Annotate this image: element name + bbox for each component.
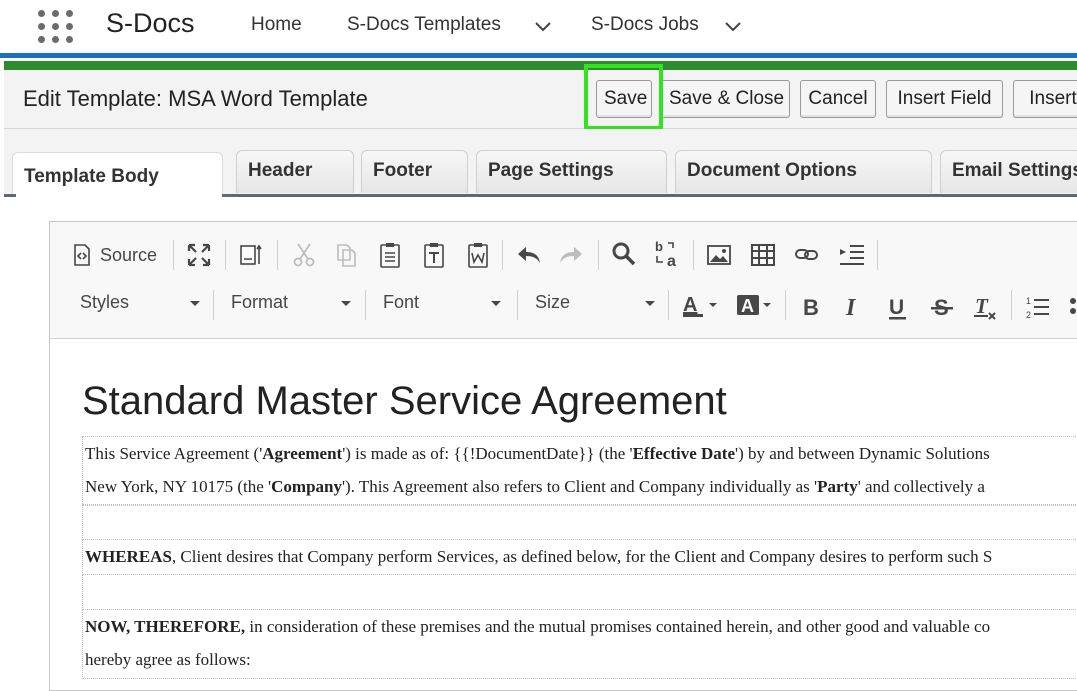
empty-paragraph[interactable]	[82, 504, 1077, 540]
chevron-down-icon	[190, 301, 200, 306]
paragraph-line: NOW, THEREFORE, in consideration of thes…	[85, 617, 991, 636]
font-label: Font	[383, 292, 420, 312]
now-therefore-paragraph[interactable]: NOW, THEREFORE, in consideration of thes…	[82, 609, 1077, 679]
nav-sdocs-jobs[interactable]: S-Docs Jobs	[591, 14, 699, 36]
editor-toolbar: Source b a Styles Format Font Size A A B…	[50, 222, 1077, 339]
chevron-down-icon[interactable]	[532, 16, 554, 38]
cancel-button[interactable]: Cancel	[800, 80, 876, 118]
agreement-paragraph[interactable]: This Service Agreement ('Agreement') is …	[82, 436, 1077, 506]
source-label: Source	[100, 244, 158, 265]
redo-icon[interactable]	[558, 244, 584, 266]
chevron-down-icon	[341, 301, 351, 306]
image-icon[interactable]	[706, 243, 732, 267]
paste-text-icon[interactable]	[422, 241, 446, 269]
tab-page-settings[interactable]: Page Settings	[476, 150, 667, 193]
svg-text:1: 1	[1026, 296, 1031, 306]
show-blocks-icon[interactable]	[238, 242, 264, 268]
empty-paragraph[interactable]	[82, 574, 1077, 610]
bold-icon[interactable]: B	[800, 294, 824, 320]
paste-word-icon[interactable]	[466, 241, 490, 269]
format-label: Format	[231, 292, 289, 312]
paragraph-line: WHEREAS, Client desires that Company per…	[85, 547, 993, 566]
cut-icon[interactable]	[292, 242, 316, 268]
chevron-down-icon[interactable]	[722, 16, 744, 38]
paste-icon[interactable]	[378, 241, 402, 269]
insert-button[interactable]: Insert	[1013, 80, 1077, 118]
edit-template-header: Edit Template: MSA Word Template Save Sa…	[4, 70, 1077, 129]
tab-bar: Template Body Header Footer Page Setting…	[4, 129, 1077, 198]
italic-icon[interactable]: I	[842, 294, 866, 320]
rich-text-editor: Source b a Styles Format Font Size A A B…	[49, 221, 1077, 691]
tab-template-body[interactable]: Template Body	[12, 152, 223, 198]
save-close-button[interactable]: Save & Close	[661, 80, 790, 118]
underline-icon[interactable]: U	[886, 294, 910, 322]
page-title: Edit Template: MSA Word Template	[23, 86, 368, 111]
styles-dropdown[interactable]: Styles	[80, 292, 200, 313]
document-heading: Standard Master Service Agreement	[82, 379, 727, 423]
svg-text:b: b	[655, 239, 663, 254]
paragraph-line: This Service Agreement ('Agreement') is …	[85, 444, 990, 463]
size-label: Size	[535, 292, 571, 312]
app-name: S-Docs	[106, 8, 195, 38]
find-icon[interactable]	[611, 241, 637, 267]
svg-text:a: a	[667, 253, 676, 269]
svg-text:A: A	[741, 296, 754, 316]
chevron-down-icon	[491, 301, 501, 306]
tab-header[interactable]: Header	[236, 150, 354, 193]
svg-text:T: T	[975, 294, 989, 318]
copy-icon[interactable]	[334, 242, 358, 268]
save-button[interactable]: Save	[596, 80, 652, 118]
paragraph-line: New York, NY 10175 (the 'Company'). This…	[85, 477, 985, 496]
source-icon	[74, 244, 90, 266]
indent-list-icon[interactable]	[838, 243, 866, 267]
page-accent-bar	[4, 61, 1077, 70]
tab-footer[interactable]: Footer	[361, 150, 468, 193]
format-dropdown[interactable]: Format	[231, 292, 351, 313]
tab-email-settings[interactable]: Email Settings	[940, 150, 1077, 193]
undo-icon[interactable]	[516, 244, 542, 266]
link-icon[interactable]	[794, 246, 820, 264]
app-launcher-icon[interactable]	[38, 10, 74, 44]
background-color-icon[interactable]: A	[736, 293, 776, 321]
chevron-down-icon	[645, 301, 655, 306]
insert-field-button[interactable]: Insert Field	[886, 80, 1003, 118]
text-color-icon[interactable]: A	[682, 293, 722, 321]
svg-text:B: B	[803, 295, 819, 320]
numbered-list-icon[interactable]: 1 2	[1025, 294, 1051, 320]
remove-format-icon[interactable]: T	[972, 294, 1000, 322]
nav-home[interactable]: Home	[251, 14, 302, 36]
nav-sdocs-templates[interactable]: S-Docs Templates	[347, 14, 501, 36]
tab-document-options[interactable]: Document Options	[675, 150, 932, 193]
strikethrough-icon[interactable]: S	[930, 294, 954, 322]
font-dropdown[interactable]: Font	[383, 292, 501, 313]
top-nav: S-Docs Home S-Docs Templates S-Docs Jobs	[0, 0, 1077, 53]
size-dropdown[interactable]: Size	[535, 292, 655, 313]
svg-text:A: A	[683, 294, 697, 316]
paragraph-line: hereby agree as follows:	[85, 650, 251, 669]
replace-icon[interactable]: b a	[653, 239, 681, 269]
styles-label: Styles	[80, 292, 130, 312]
svg-text:U: U	[889, 296, 904, 319]
svg-text:I: I	[845, 295, 857, 320]
whereas-paragraph[interactable]: WHEREAS, Client desires that Company per…	[82, 539, 1077, 575]
bulleted-list-icon[interactable]	[1067, 294, 1077, 320]
maximize-icon[interactable]	[186, 242, 212, 268]
table-icon[interactable]	[750, 243, 776, 267]
source-button[interactable]: Source	[72, 241, 157, 269]
svg-text:2: 2	[1026, 310, 1031, 320]
